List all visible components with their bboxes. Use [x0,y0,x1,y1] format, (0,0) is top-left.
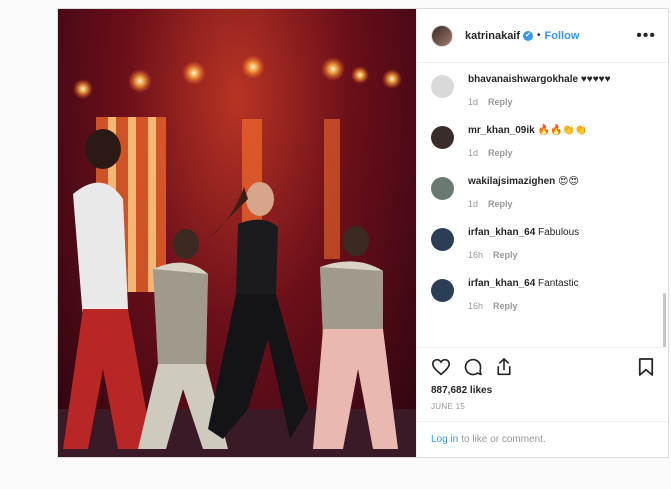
comments-list[interactable]: bhavanaishwargokhale ♥♥♥♥♥ 1d Reply mr_kh… [417,63,668,347]
comment-item: irfan_khan_64 Fantastic 16h Reply [431,277,654,311]
comment-text: 😍😍 [558,176,579,187]
separator-dot: • [537,30,541,41]
comment-username[interactable]: bhavanaishwargokhale [468,74,578,85]
commenter-avatar[interactable] [431,228,454,251]
comment-time[interactable]: 1d [468,199,478,209]
commenter-avatar[interactable] [431,279,454,302]
comment-text: Fantastic [538,278,579,289]
comment-item: wakilajsimazighen 😍😍 1d Reply [431,175,654,209]
reply-button[interactable]: Reply [488,97,513,107]
instagram-post: katrinakaif ✔ • Follow ••• bhavanaishwar… [57,8,669,458]
comment-item: mr_khan_09ik 🔥🔥👏👏 1d Reply [431,124,654,158]
reply-button[interactable]: Reply [493,301,518,311]
follow-button[interactable]: Follow [545,30,580,42]
comment-username[interactable]: mr_khan_09ik [468,125,535,136]
post-photo[interactable] [58,9,416,457]
commenter-avatar[interactable] [431,126,454,149]
comment-text: 🔥🔥👏👏 [537,125,588,136]
dance-stage-photo [58,55,416,457]
likes-count[interactable]: 887,682 likes [431,385,654,396]
reply-button[interactable]: Reply [493,250,518,260]
reply-button[interactable]: Reply [488,199,513,209]
verified-badge-icon: ✔ [523,30,534,41]
comment-item: bhavanaishwargokhale ♥♥♥♥♥ 1d Reply [431,73,654,107]
comment-username[interactable]: irfan_khan_64 [468,278,535,289]
login-prompt-text: to like or comment. [461,434,546,445]
comment-time[interactable]: 16h [468,301,483,311]
post-header: katrinakaif ✔ • Follow ••• [417,9,668,63]
share-icon[interactable] [495,357,513,377]
comment-username[interactable]: irfan_khan_64 [468,227,535,238]
post-date[interactable]: JUNE 15 [431,402,654,411]
comments-scrollbar[interactable] [663,293,666,347]
comment-text: ♥♥♥♥♥ [580,74,611,85]
more-options-icon[interactable]: ••• [636,27,656,45]
bookmark-icon[interactable] [638,357,654,377]
post-sidebar: katrinakaif ✔ • Follow ••• bhavanaishwar… [416,9,668,457]
commenter-avatar[interactable] [431,177,454,200]
comment-time[interactable]: 16h [468,250,483,260]
login-link[interactable]: Log in [431,434,458,445]
login-prompt: Log in to like or comment. [417,421,668,457]
comment-time[interactable]: 1d [468,148,478,158]
comment-icon[interactable] [463,357,483,377]
comment-time[interactable]: 1d [468,97,478,107]
comment-username[interactable]: wakilajsimazighen [468,176,555,187]
comment-item: irfan_khan_64 Fabulous 16h Reply [431,226,654,260]
post-actions: 887,682 likes JUNE 15 [417,347,668,421]
commenter-avatar[interactable] [431,75,454,98]
author-username[interactable]: katrinakaif [465,30,520,42]
reply-button[interactable]: Reply [488,148,513,158]
comment-text: Fabulous [538,227,580,238]
heart-icon[interactable] [431,358,451,376]
author-avatar[interactable] [431,24,453,47]
